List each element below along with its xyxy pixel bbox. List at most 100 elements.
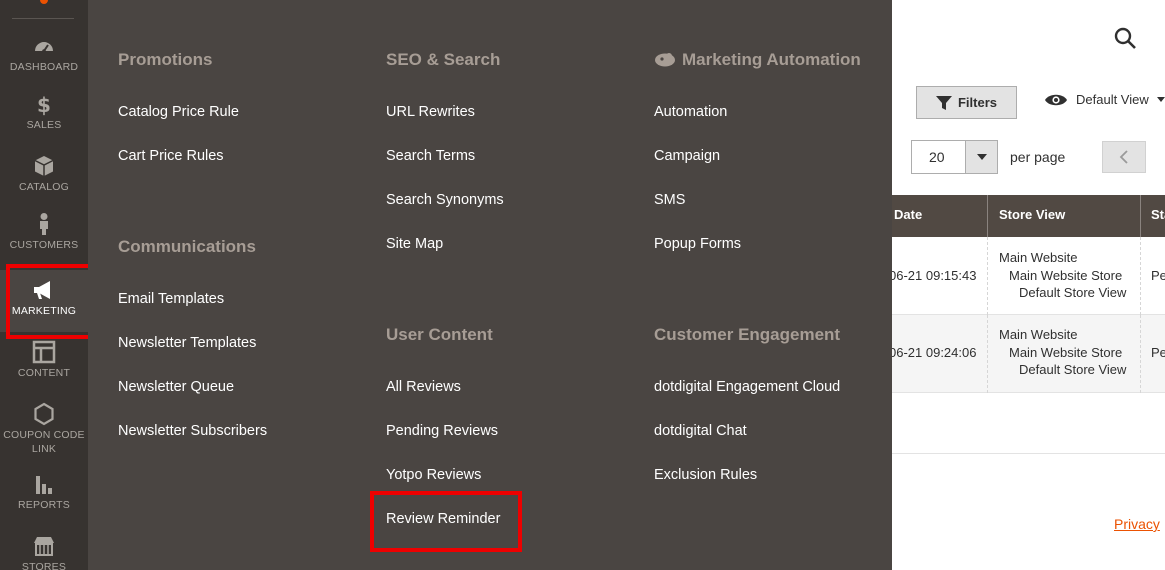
store-icon [34,537,54,556]
nav-item-content[interactable]: CONTENT [0,340,88,380]
cell-status: Pe [1151,268,1165,283]
cell-separator [1140,315,1141,393]
view-selector[interactable]: Default View [1044,92,1165,107]
table-row[interactable]: 06-21 09:15:43 Main Website Main Website… [892,237,1165,315]
nav-item-stores[interactable]: STORES [0,534,88,570]
menu-heading-marketing-automation-text: Marketing Automation [682,50,861,69]
privacy-link[interactable]: Privacy [1114,516,1160,532]
menu-heading-communications: Communications [118,237,256,256]
admin-sidebar: DASHBOARD $ SALES CATALOG CUSTOMERS MARK… [0,0,88,570]
cell-date: 06-21 09:15:43 [892,268,977,283]
logo-divider [12,18,74,19]
menu-heading-promotions: Promotions [118,50,213,69]
menu-link-cart-price-rules[interactable]: Cart Price Rules [118,148,224,164]
nav-item-dashboard[interactable]: DASHBOARD [0,34,88,74]
search-icon[interactable] [1113,26,1137,50]
nav-label-stores: STORES [21,561,67,570]
person-icon [40,213,48,235]
menu-link-engagement-cloud[interactable]: dotdigital Engagement Cloud [654,379,840,395]
cell-date: 06-21 09:24:06 [892,345,977,360]
nav-item-coupon-code-link[interactable]: COUPON CODE LINK [0,402,88,456]
chevron-left-icon [1119,150,1128,164]
nav-label-customers: CUSTOMERS [9,239,79,251]
magento-logo[interactable] [40,0,48,4]
filters-label: Filters [957,95,997,110]
menu-link-newsletter-queue[interactable]: Newsletter Queue [118,379,234,395]
table-row[interactable]: 06-21 09:24:06 Main Website Main Website… [892,315,1165,393]
caret-down-icon [976,154,987,160]
previous-page-button[interactable] [1102,141,1146,173]
nav-item-catalog[interactable]: CATALOG [0,154,88,194]
menu-heading-marketing-automation: Marketing Automation [654,50,861,70]
eye-icon [1045,94,1067,105]
menu-heading-seo-search: SEO & Search [386,50,501,69]
nav-label-coupon-link: LINK [31,443,57,455]
menu-link-url-rewrites[interactable]: URL Rewrites [386,104,475,120]
cell-separator [1140,237,1141,315]
box-icon [34,156,54,176]
dotdigital-icon [655,53,675,67]
cell-store-view: Default Store View [1019,362,1127,377]
megaphone-icon [34,281,50,299]
marketing-submenu: Promotions Catalog Price Rule Cart Price… [88,0,892,570]
nav-label-catalog: CATALOG [18,181,70,193]
view-selector-label: Default View [1076,92,1149,107]
menu-link-search-terms[interactable]: Search Terms [386,148,475,164]
menu-link-review-reminder[interactable]: Review Reminder [386,511,500,527]
nav-label-coupon-code: COUPON CODE [3,429,85,441]
menu-link-yotpo-reviews[interactable]: Yotpo Reviews [386,467,481,483]
cell-separator [987,237,988,315]
cell-store-view: Default Store View [1019,285,1127,300]
menu-link-exclusion-rules[interactable]: Exclusion Rules [654,467,757,483]
menu-link-site-map[interactable]: Site Map [386,236,443,252]
dashboard-icon [35,42,53,53]
layout-icon [32,340,56,364]
per-page-select[interactable]: 20 [911,140,998,174]
nav-item-customers[interactable]: CUSTOMERS [0,212,88,256]
per-page-label: per page [1010,149,1066,165]
cell-store-website: Main Website [999,327,1078,342]
menu-heading-user-content: User Content [386,325,493,344]
cell-status: Pe [1151,345,1165,360]
menu-link-campaign[interactable]: Campaign [654,148,720,164]
menu-link-email-templates[interactable]: Email Templates [118,291,224,307]
per-page-toggle[interactable] [965,141,997,173]
column-header-store-view[interactable]: Store View [999,195,1065,237]
grid-header: Date Store View Sta [892,195,1165,237]
menu-link-catalog-price-rule[interactable]: Catalog Price Rule [118,104,239,120]
cell-store-store: Main Website Store [1009,268,1123,283]
menu-link-dotdigital-chat[interactable]: dotdigital Chat [654,423,747,439]
cell-store-website: Main Website [999,250,1078,265]
column-separator [987,195,988,237]
menu-heading-customer-engagement: Customer Engagement [654,325,841,344]
menu-link-pending-reviews[interactable]: Pending Reviews [386,423,498,439]
menu-link-newsletter-subscribers[interactable]: Newsletter Subscribers [118,423,267,439]
footer-divider [892,453,1165,454]
cell-separator [987,315,988,393]
hexagon-icon [34,402,54,426]
menu-link-automation[interactable]: Automation [654,104,727,120]
nav-label-reports: REPORTS [18,499,70,511]
reviews-grid-page: Filters Default View 20 per page Date St… [892,0,1165,570]
nav-item-reports[interactable]: REPORTS [0,472,88,512]
nav-item-sales[interactable]: $ SALES [0,92,88,132]
chevron-down-icon [1156,96,1165,102]
menu-link-search-synonyms[interactable]: Search Synonyms [386,192,504,208]
menu-link-newsletter-templates[interactable]: Newsletter Templates [118,335,256,351]
column-header-status[interactable]: Sta [1151,195,1165,237]
nav-label-sales: SALES [26,119,62,131]
bar-chart-icon [36,476,52,494]
nav-item-marketing[interactable]: MARKETING [0,270,88,332]
column-separator [1140,195,1141,237]
dollar-icon: $ [37,93,51,116]
per-page-value: 20 [929,149,945,165]
filters-button[interactable]: Filters [916,86,1017,119]
cell-store-store: Main Website Store [1009,345,1123,360]
menu-link-all-reviews[interactable]: All Reviews [386,379,461,395]
nav-label-content: CONTENT [17,367,71,379]
menu-link-sms[interactable]: SMS [654,192,685,208]
svg-text:$: $ [37,93,51,116]
menu-link-popup-forms[interactable]: Popup Forms [654,236,741,252]
nav-label-marketing: MARKETING [11,305,77,317]
column-header-date[interactable]: Date [894,195,922,237]
